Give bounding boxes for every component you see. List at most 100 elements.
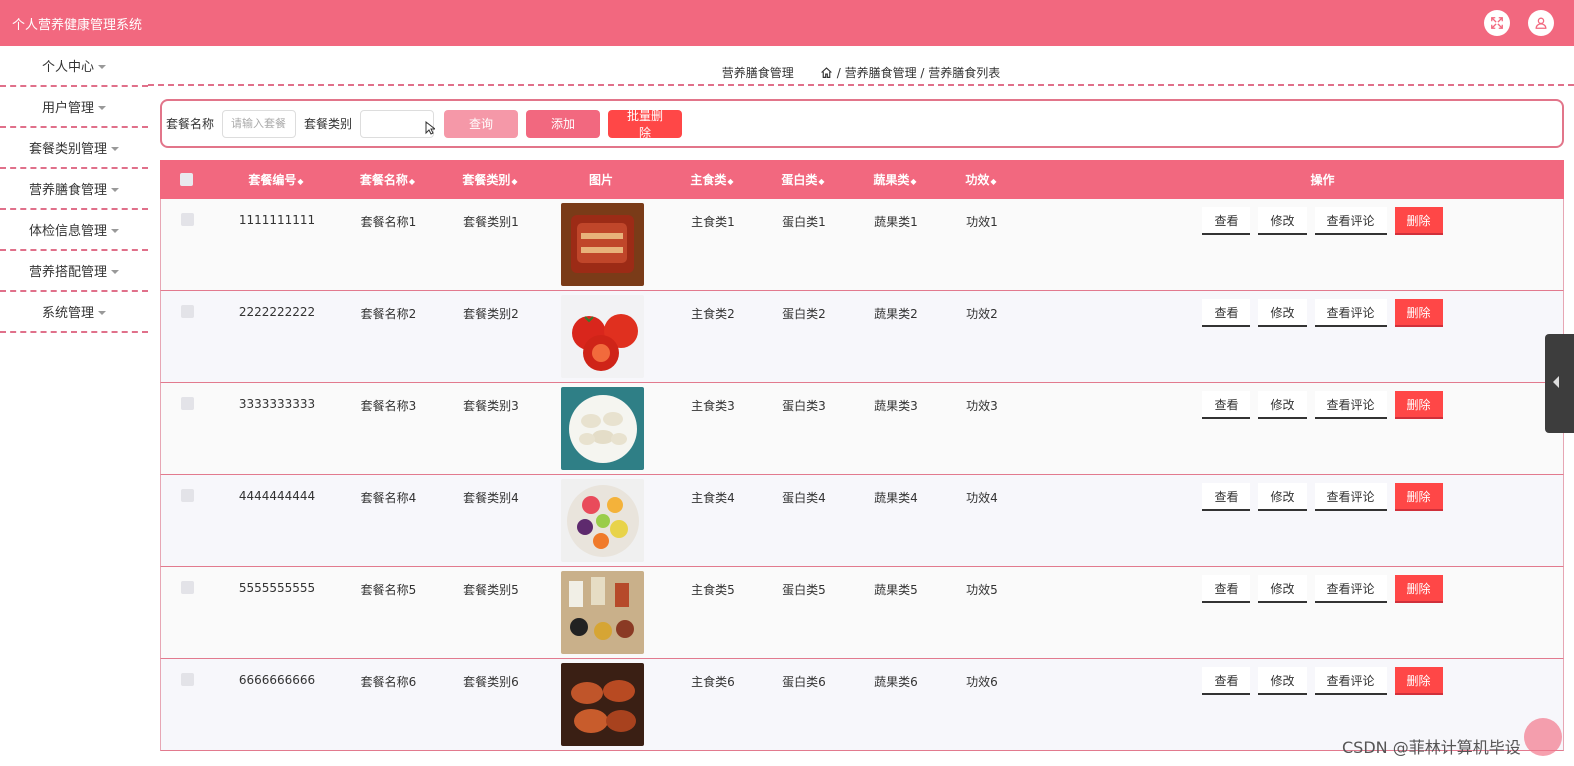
cell-name: 套餐名称5 (360, 583, 417, 597)
batch-delete-button[interactable]: 批量删除 (608, 109, 683, 140)
row-checkbox[interactable] (180, 581, 194, 594)
cell-effect: 功效6 (966, 675, 998, 689)
view-comments-button[interactable]: 查看评论 (1314, 575, 1387, 603)
delete-button[interactable]: 删除 (1394, 575, 1443, 603)
add-button[interactable]: 添加 (526, 109, 601, 138)
meal-image[interactable] (560, 387, 644, 470)
cell-name: 套餐名称4 (360, 491, 417, 505)
sidebar-item-label: 用户管理 (41, 101, 94, 116)
query-button[interactable]: 查询 (444, 109, 519, 138)
meal-image[interactable] (560, 663, 644, 746)
top-bar: 个人营养健康管理系统 (0, 0, 1574, 46)
cell-effect: 功效5 (966, 583, 998, 597)
chevron-down-icon (111, 187, 119, 192)
header-staple[interactable]: 主食类◆ (657, 171, 767, 188)
row-checkbox[interactable] (180, 489, 194, 502)
table-row: 1111111111 套餐名称1 套餐类别1 主食类1 蛋白类1 蔬果类1 功效… (160, 199, 1564, 291)
cell-code: 3333333333 (238, 397, 316, 411)
header-fruit[interactable]: 蔬果类◆ (839, 171, 951, 188)
cell-fruit: 蔬果类3 (874, 399, 918, 413)
meal-image[interactable] (560, 295, 644, 378)
cell-name: 套餐名称6 (360, 675, 417, 689)
cell-staple: 主食类5 (691, 583, 735, 597)
cell-protein: 蛋白类2 (782, 307, 826, 321)
chevron-down-icon (111, 269, 119, 274)
breadcrumb-path: / 营养膳食管理 / 营养膳食列表 (820, 64, 1001, 81)
row-checkbox[interactable] (180, 213, 194, 226)
edit-button[interactable]: 修改 (1258, 207, 1307, 235)
type-select[interactable] (360, 109, 436, 138)
view-button[interactable]: 查看 (1202, 299, 1251, 327)
select-all-checkbox[interactable] (179, 173, 193, 186)
header-image: 图片 (588, 173, 613, 187)
cell-fruit: 蔬果类1 (874, 215, 918, 229)
chevron-down-icon (111, 146, 119, 151)
header-ops: 操作 (1310, 173, 1335, 187)
meal-image[interactable] (560, 571, 644, 654)
breadcrumb-path-text[interactable]: / 营养膳食管理 / 营养膳食列表 (837, 64, 1001, 81)
view-comments-button[interactable]: 查看评论 (1314, 391, 1387, 419)
view-button[interactable]: 查看 (1202, 575, 1251, 603)
header-name[interactable]: 套餐名称◆ (340, 171, 435, 188)
user-button[interactable] (1528, 10, 1554, 36)
sidebar-item-label: 营养搭配管理 (28, 265, 107, 280)
header-protein[interactable]: 蛋白类◆ (767, 171, 839, 188)
floating-button[interactable] (1524, 718, 1562, 756)
cell-staple: 主食类6 (691, 675, 735, 689)
edit-button[interactable]: 修改 (1258, 667, 1307, 695)
sidebar-item-label: 套餐类别管理 (28, 142, 107, 157)
edit-button[interactable]: 修改 (1258, 483, 1307, 511)
row-checkbox[interactable] (180, 673, 194, 686)
name-search-input[interactable] (222, 109, 297, 138)
edit-button[interactable]: 修改 (1258, 391, 1307, 419)
sidebar: 个人中心 用户管理 套餐类别管理 营养膳食管理 体检信息管理 营养搭配管理 系统… (0, 46, 148, 333)
row-checkbox[interactable] (180, 305, 194, 318)
cell-code: 5555555555 (238, 581, 316, 595)
edit-button[interactable]: 修改 (1258, 575, 1307, 603)
delete-button[interactable]: 删除 (1394, 207, 1443, 235)
table-row: 3333333333 套餐名称3 套餐类别3 主食类3 蛋白类3 蔬果类3 功效… (160, 383, 1564, 475)
view-comments-button[interactable]: 查看评论 (1314, 299, 1387, 327)
sidebar-item-package-category[interactable]: 套餐类别管理 (0, 128, 148, 169)
header-code[interactable]: 套餐编号◆ (212, 171, 340, 188)
delete-button[interactable]: 删除 (1394, 483, 1443, 511)
sidebar-item-system[interactable]: 系统管理 (0, 292, 148, 333)
fullscreen-button[interactable] (1484, 10, 1510, 36)
meal-image[interactable] (560, 203, 644, 286)
side-panel-toggle[interactable] (1545, 334, 1574, 433)
cell-name: 套餐名称3 (360, 399, 417, 413)
sidebar-item-user-management[interactable]: 用户管理 (0, 87, 148, 128)
view-comments-button[interactable]: 查看评论 (1314, 207, 1387, 235)
row-checkbox[interactable] (180, 397, 194, 410)
view-button[interactable]: 查看 (1202, 207, 1251, 235)
view-button[interactable]: 查看 (1202, 483, 1251, 511)
delete-button[interactable]: 删除 (1394, 391, 1443, 419)
view-button[interactable]: 查看 (1202, 391, 1251, 419)
watermark: CSDN @菲林计算机毕设 (1342, 738, 1521, 757)
fullscreen-icon (1491, 17, 1503, 29)
sidebar-item-personal-center[interactable]: 个人中心 (0, 46, 148, 87)
sidebar-item-nutrition-match[interactable]: 营养搭配管理 (0, 251, 148, 292)
type-label: 套餐类别 (304, 117, 353, 131)
sidebar-item-label: 体检信息管理 (28, 224, 107, 239)
cell-effect: 功效1 (966, 215, 998, 229)
meal-image[interactable] (560, 479, 644, 562)
sidebar-item-checkup-info[interactable]: 体检信息管理 (0, 210, 148, 251)
table-row: 2222222222 套餐名称2 套餐类别2 主食类2 蛋白类2 蔬果类2 功效… (160, 291, 1564, 383)
header-type[interactable]: 套餐类别◆ (435, 171, 545, 188)
view-comments-button[interactable]: 查看评论 (1314, 483, 1387, 511)
delete-button[interactable]: 删除 (1394, 299, 1443, 327)
edit-button[interactable]: 修改 (1258, 299, 1307, 327)
header-effect[interactable]: 功效◆ (951, 171, 1011, 188)
cell-staple: 主食类4 (691, 491, 735, 505)
sidebar-item-label: 个人中心 (41, 60, 94, 75)
search-form: 套餐名称 套餐类别 查询 添加 批量删除 (160, 99, 1564, 148)
home-icon[interactable] (820, 66, 833, 79)
cell-fruit: 蔬果类5 (874, 583, 918, 597)
chevron-left-icon (1553, 376, 1559, 388)
delete-button[interactable]: 删除 (1394, 667, 1443, 695)
cell-protein: 蛋白类1 (782, 215, 826, 229)
view-comments-button[interactable]: 查看评论 (1314, 667, 1387, 695)
sidebar-item-nutrition-meal[interactable]: 营养膳食管理 (0, 169, 148, 210)
view-button[interactable]: 查看 (1202, 667, 1251, 695)
